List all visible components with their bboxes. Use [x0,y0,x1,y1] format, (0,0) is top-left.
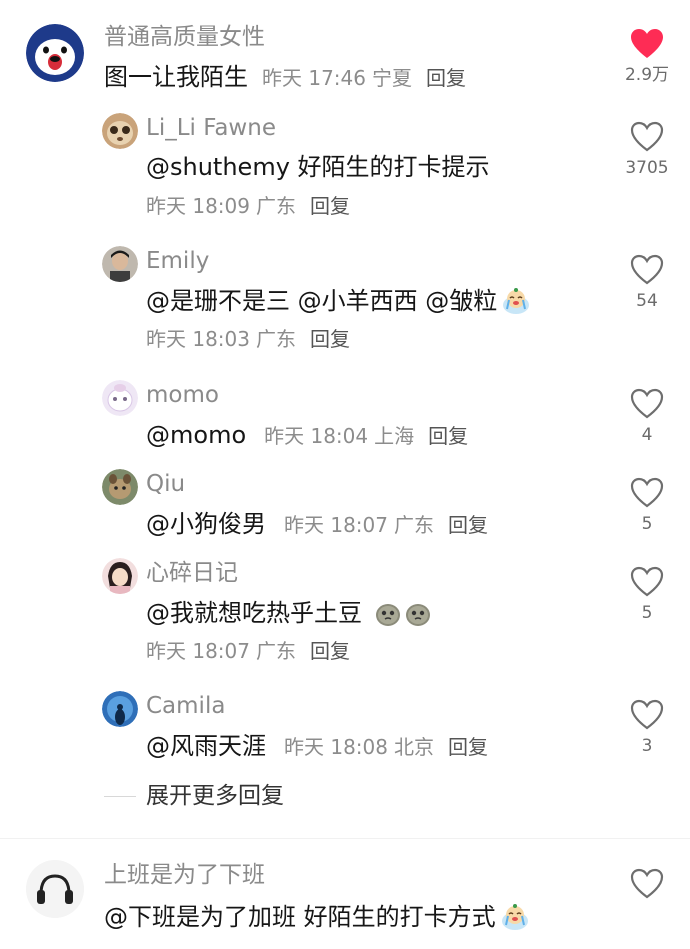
comment-body: @小狗俊男 [146,510,266,538]
heart-filled-icon [631,29,663,58]
avatar[interactable] [102,246,138,282]
avatar[interactable] [102,469,138,505]
comment-location: 广东 [394,513,434,537]
like-button[interactable]: 2.9万 [617,28,677,86]
commenter-name[interactable]: Qiu [146,469,185,499]
heart-outline-icon [630,477,664,508]
comment-location: 上海 [374,424,415,448]
comment-time: 昨天 18:08 [284,735,388,759]
comment-divider [0,838,690,839]
reply-button[interactable]: 回复 [448,513,488,537]
like-count: 3 [641,736,653,756]
comment-body: @是珊不是三 @小羊西西 @皱粒 [146,287,498,315]
like-button[interactable]: 5 [617,477,677,535]
comment-body: @我就想吃热乎土豆 [146,599,362,627]
commenter-name[interactable]: Emily [146,246,209,276]
like-button[interactable] [617,868,677,900]
comment-time: 昨天 18:07 [146,639,250,663]
like-count: 5 [641,603,653,623]
comment-time: 昨天 18:07 [284,513,388,537]
reply-button[interactable]: 回复 [426,66,466,90]
reply-button[interactable]: 回复 [310,639,350,663]
comment-time: 昨天 18:03 [146,327,250,351]
heart-outline-icon [630,388,664,419]
heart-outline-icon [630,868,664,899]
comment-text: @我就想吃热乎土豆 [146,597,432,635]
comment-text: @下班是为了加班 好陌生的打卡方式 [104,901,530,939]
commenter-name[interactable]: 心碎日记 [146,558,238,588]
reply-button[interactable]: 回复 [448,735,488,759]
avatar[interactable] [102,691,138,727]
heart-outline-icon [630,699,664,730]
heart-outline-icon [630,566,664,597]
comment-location: 广东 [256,639,296,663]
expand-more-replies-button[interactable]: 展开更多回复 [146,780,284,812]
reply-button[interactable]: 回复 [310,327,350,351]
comment-location: 广东 [256,194,296,218]
comment-text: @是珊不是三 @小羊西西 @皱粒 [146,285,531,323]
heart-outline-icon [630,254,664,285]
like-button[interactable]: 3 [617,699,677,757]
comment-location: 北京 [394,735,434,759]
potato-emoji-icon [374,599,402,635]
avatar[interactable] [102,113,138,149]
comment-location: 宁夏 [372,66,412,90]
comment-location: 广东 [256,327,296,351]
comment-text: @风雨天涯 昨天 18:08 北京 回复 [146,730,488,763]
comment-text: @小狗俊男 昨天 18:07 广东 回复 [146,508,488,541]
like-button[interactable]: 54 [617,254,677,312]
like-count: 5 [641,514,653,534]
comment-body: @下班是为了加班 好陌生的打卡方式 [104,903,496,931]
commenter-name[interactable]: Camila [146,691,225,721]
reply-button[interactable]: 回复 [428,424,468,448]
avatar[interactable] [26,24,84,82]
heart-outline-icon [630,121,664,152]
comment-body: @风雨天涯 [146,732,266,760]
like-count: 3705 [625,158,669,178]
comment-time: 昨天 17:46 [262,66,366,90]
avatar[interactable] [102,558,138,594]
like-count: 2.9万 [624,65,670,85]
comment-body: @momo [146,421,247,449]
comment-time: 昨天 18:09 [146,194,250,218]
comment-time: 昨天 18:04 [264,424,369,448]
comment-meta: 昨天 18:03 广东 回复 [146,325,350,353]
like-count: 4 [641,425,653,445]
comment-text: @momo 昨天 18:04 上海 回复 [146,419,468,452]
like-button[interactable]: 3705 [617,121,677,179]
comment-body: 图一让我陌生 [104,63,248,91]
comment-meta: 昨天 18:09 广东 回复 [146,192,350,220]
avatar[interactable] [102,380,138,416]
like-button[interactable]: 5 [617,566,677,624]
commenter-name[interactable]: 普通高质量女性 [104,22,265,52]
like-count: 54 [636,291,658,311]
crying-emoji-icon [501,287,531,323]
comment-body: @shuthemy 好陌生的打卡提示 [146,153,490,181]
avatar[interactable] [26,860,84,918]
like-button[interactable]: 4 [617,388,677,446]
potato-emoji-icon [404,599,432,635]
commenter-name[interactable]: 上班是为了下班 [104,860,265,890]
comment-meta: 昨天 18:07 广东 回复 [146,637,350,665]
commenter-name[interactable]: Li_Li Fawne [146,113,276,143]
reply-button[interactable]: 回复 [310,194,350,218]
comment-text: 图一让我陌生 昨天 17:46 宁夏 回复 [104,61,466,94]
expand-divider [104,796,136,797]
commenter-name[interactable]: momo [146,380,219,410]
crying-emoji-icon [500,903,530,939]
